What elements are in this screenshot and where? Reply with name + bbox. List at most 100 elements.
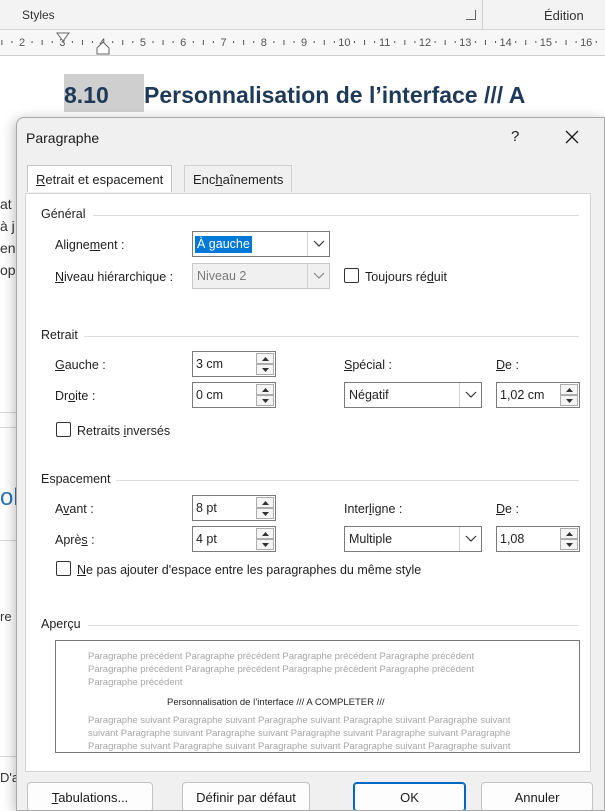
indent-by-input[interactable]: 1,02 cm <box>496 382 580 408</box>
ruler-tick <box>31 41 33 43</box>
spin-up-button[interactable] <box>256 384 274 395</box>
spin-down-button[interactable] <box>560 395 578 406</box>
doc-text-snippet: en <box>0 240 16 256</box>
ruler-tick <box>172 41 174 43</box>
spin-up-button[interactable] <box>560 528 578 539</box>
ruler-number: 6 <box>180 37 186 49</box>
ruler-tick <box>565 40 567 45</box>
special-indent-label: Spécial : <box>344 358 392 372</box>
alignment-select[interactable]: À gauche <box>192 231 330 257</box>
outline-level-select[interactable]: Niveau 2 <box>192 263 330 289</box>
ruler-number: 15 <box>540 37 552 49</box>
outline-level-value: Niveau 2 <box>197 269 247 283</box>
spin-up-button[interactable] <box>560 384 578 395</box>
ruler-tick <box>495 41 497 43</box>
ruler-tick <box>404 40 406 45</box>
ruler-number: 12 <box>419 37 431 49</box>
cancel-button[interactable]: Annuler <box>481 782 593 810</box>
ruler-tick <box>243 40 245 45</box>
ruler-tick <box>444 40 446 45</box>
ruler-ticks: 2345678910111213141516 <box>1 32 597 55</box>
triangle-up-icon <box>262 501 269 505</box>
section-preview-title: Aperçu <box>41 617 81 631</box>
ruler-tick <box>484 40 486 45</box>
ruler-tick <box>71 41 73 43</box>
spin-down-button[interactable] <box>256 364 274 375</box>
ribbon-edition-label[interactable]: Édition <box>544 8 584 23</box>
spin-up-button[interactable] <box>256 528 274 539</box>
spin-up-button[interactable] <box>256 497 274 508</box>
horizontal-ruler[interactable]: 2345678910111213141516 <box>0 30 605 56</box>
no-space-same-style-checkbox[interactable] <box>56 561 71 576</box>
ruler-number: 10 <box>338 37 350 49</box>
ruler-tick <box>162 40 164 45</box>
indent-right-input[interactable]: 0 cm <box>192 382 276 408</box>
ruler-number: 14 <box>499 37 511 49</box>
preview-current-paragraph: Personnalisation de l’interface /// A CO… <box>167 697 385 708</box>
dropdown-button[interactable] <box>307 232 329 256</box>
indent-by-value: 1,02 cm <box>500 388 545 402</box>
indent-right-label: Droite : <box>55 389 96 403</box>
ruler-tick <box>1 40 3 45</box>
special-indent-select[interactable]: Négatif <box>344 382 482 408</box>
tabs-button[interactable]: Tabulations... <box>27 782 153 810</box>
dialog-title: Paragraphe <box>26 130 100 146</box>
section-spacing-title: Espacement <box>41 472 111 486</box>
ruler-number: 2 <box>19 37 25 49</box>
section-divider <box>93 215 579 216</box>
ruler-tick <box>394 41 396 43</box>
ok-button[interactable]: OK <box>353 782 466 810</box>
styles-dialog-launcher-icon[interactable] <box>466 10 476 20</box>
line-spacing-select[interactable]: Multiple <box>344 526 482 552</box>
help-button[interactable]: ? <box>511 128 519 145</box>
dropdown-button[interactable] <box>459 383 481 407</box>
tab-line-and-page-breaks[interactable]: Enchaînements <box>184 165 293 192</box>
ruler-tick <box>152 41 154 43</box>
mirror-indents-checkbox[interactable] <box>56 422 71 437</box>
triangle-down-icon <box>566 399 573 403</box>
spin-down-button[interactable] <box>560 539 578 550</box>
line-spacing-label: Interligne : <box>344 502 403 516</box>
ruler-tick <box>353 41 355 43</box>
mirror-indents-label[interactable]: Retraits inversés <box>77 424 170 438</box>
ruler-tick <box>474 41 476 43</box>
collapsed-by-default-label[interactable]: Toujours réduit <box>365 270 447 284</box>
ruler-tick <box>434 41 436 43</box>
section-divider <box>88 625 579 626</box>
spacing-after-input[interactable]: 4 pt <box>192 526 276 552</box>
collapsed-by-default-checkbox[interactable] <box>344 268 359 283</box>
indent-left-input[interactable]: 3 cm <box>192 351 276 377</box>
set-as-default-button[interactable]: Définir par défaut <box>182 782 310 810</box>
ruler-tick <box>51 41 53 43</box>
spin-up-button[interactable] <box>256 353 274 364</box>
ruler-tick <box>364 40 366 45</box>
ruler-tick <box>535 41 537 43</box>
section-general-title: Général <box>41 207 86 221</box>
ruler-number: 16 <box>580 37 592 49</box>
spin-down-button[interactable] <box>256 395 274 406</box>
dropdown-button[interactable] <box>459 527 481 551</box>
dropdown-button[interactable] <box>307 264 329 288</box>
chevron-down-icon <box>313 272 325 279</box>
outline-level-label: Niveau hiérarchique : <box>55 270 174 284</box>
ruler-tick <box>454 41 456 43</box>
line-spacing-at-input[interactable]: 1,08 <box>496 526 580 552</box>
chevron-down-icon <box>465 535 477 542</box>
alignment-label: Alignement : <box>55 238 125 252</box>
tab-indents-and-spacing[interactable]: Retrait et espacement <box>27 165 173 192</box>
triangle-down-icon <box>262 543 269 547</box>
close-button[interactable] <box>562 124 582 148</box>
ruler-number: 7 <box>220 37 226 49</box>
preview-next-line: Paragraphe suivant Paragraphe suivant Pa… <box>88 741 511 752</box>
ruler-number: 11 <box>379 37 390 49</box>
ruler-tick <box>253 41 255 43</box>
ruler-tick <box>313 41 315 43</box>
close-icon <box>565 130 579 144</box>
spin-down-button[interactable] <box>256 508 274 519</box>
triangle-down-icon <box>262 368 269 372</box>
spin-down-button[interactable] <box>256 539 274 550</box>
spacing-before-input[interactable]: 8 pt <box>192 495 276 521</box>
ruler-tick <box>374 41 376 43</box>
triangle-down-icon <box>262 512 269 516</box>
no-space-same-style-label[interactable]: Ne pas ajouter d'espace entre les paragr… <box>77 563 421 577</box>
